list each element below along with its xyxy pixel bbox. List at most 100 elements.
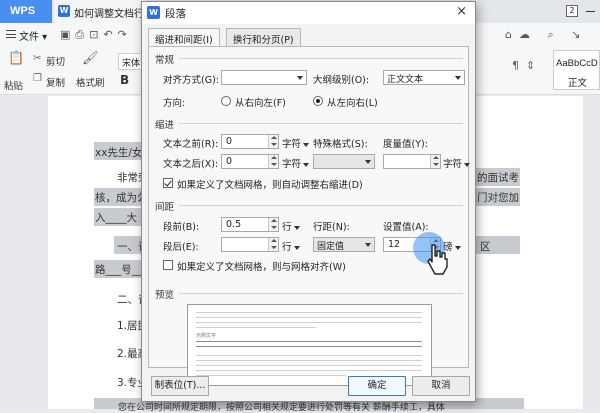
ltr-radio[interactable] <box>313 96 323 106</box>
wps-home-tab[interactable]: WPS <box>0 0 52 23</box>
outline-level-select[interactable]: 正文文本 <box>383 70 465 85</box>
chevron-down-icon <box>464 162 471 167</box>
indent-heading: 缩进 <box>155 120 175 131</box>
special-format-select[interactable] <box>313 154 375 169</box>
indent-after-unit[interactable]: 字符 <box>282 156 310 170</box>
ltr-label[interactable]: 从左向右(L) <box>327 95 378 109</box>
document-tab-label: 如何调整文档行距 <box>74 9 146 20</box>
chevron-down-icon <box>303 162 310 167</box>
preview-line <box>196 317 422 318</box>
copy-button[interactable]: 复制 <box>46 75 65 89</box>
paragraph-preview: 示例文字 <box>187 304 432 386</box>
paste-icon[interactable]: 📋 <box>8 51 24 66</box>
tabs-button[interactable]: 制表位(T)... <box>151 376 209 396</box>
snap-to-grid-checkbox[interactable] <box>163 260 173 270</box>
chevron-down-icon <box>365 160 371 164</box>
format-painter-icon[interactable]: 🖌 <box>82 51 99 66</box>
indent-after-input[interactable]: 0 <box>221 154 279 169</box>
preview-line <box>196 360 422 361</box>
preview-line <box>196 322 422 323</box>
wps-writer-icon: W <box>147 6 160 19</box>
rtl-label[interactable]: 从右向左(F) <box>235 95 286 109</box>
close-icon[interactable]: × <box>456 4 467 19</box>
divider <box>179 205 463 206</box>
hamburger-menu-icon[interactable] <box>6 30 16 38</box>
chevron-down-icon <box>454 245 461 250</box>
preview-line <box>196 341 422 342</box>
alignment-select[interactable] <box>221 70 307 85</box>
alignment-label: 对齐方式(G): <box>163 75 219 86</box>
tab-indent-spacing[interactable]: 缩进和间距(I) <box>148 28 220 47</box>
style-name: 正文 <box>568 78 588 89</box>
outline-level-value: 正文文本 <box>387 75 424 85</box>
file-menu[interactable]: 文件 ▾ <box>19 28 47 43</box>
indent-before-value: 0 <box>226 136 233 147</box>
space-before-unit[interactable]: 行 <box>282 219 300 233</box>
word-doc-icon: W <box>58 5 70 17</box>
toolbar-right-icons[interactable]: ⌂☁ ⌕ ↘ <box>505 28 587 42</box>
style-gallery[interactable]: AaBbCcD 正文 <box>553 50 600 90</box>
dialog-title: 段落 <box>165 8 186 20</box>
line-spacing-value: 固定值 <box>317 242 345 252</box>
spinner-arrows-icon[interactable] <box>268 155 278 168</box>
line-spacing-select[interactable]: 固定值 <box>313 237 375 252</box>
cut-button[interactable]: 剪切 <box>46 54 65 68</box>
setting-value: 12 <box>388 239 401 250</box>
quick-access-icons[interactable]: ▣⎙⊡↶↷ <box>60 28 132 42</box>
indent-before-unit-label: 字符 <box>282 139 302 150</box>
space-before-value: 0.5 <box>226 219 242 230</box>
snap-to-grid-label[interactable]: 如果定义了文档网格，则与网格对齐(W) <box>177 259 346 273</box>
preview-line <box>196 375 346 376</box>
space-before-unit-label: 行 <box>282 222 292 233</box>
spacing-heading: 间距 <box>155 202 175 213</box>
window-count-badge[interactable]: 2 <box>566 5 578 17</box>
doc-line: 入____大 <box>95 212 137 224</box>
indent-after-value: 0 <box>226 156 233 167</box>
doc-line: 区 <box>480 241 491 253</box>
general-heading: 常规 <box>155 55 175 66</box>
space-after-unit[interactable]: 行 <box>282 239 300 253</box>
spinner-arrows-icon[interactable] <box>268 218 278 231</box>
minimize-icon[interactable] <box>586 11 595 12</box>
document-tab[interactable]: W 如何调整文档行距 <box>54 0 146 23</box>
space-after-input[interactable] <box>221 237 279 252</box>
cancel-button[interactable]: 取消 <box>412 376 470 396</box>
indent-before-unit[interactable]: 字符 <box>282 136 310 150</box>
divider <box>179 58 463 59</box>
doc-line-salutation: xx先生/女 <box>95 147 143 159</box>
preview-line <box>196 346 422 347</box>
mouse-pointer-icon <box>427 244 448 275</box>
copy-icon[interactable]: ❐ <box>33 73 42 84</box>
rtl-radio[interactable] <box>221 96 231 106</box>
space-before-input[interactable]: 0.5 <box>221 217 279 232</box>
auto-adjust-checkbox[interactable] <box>163 178 173 188</box>
spinner-arrows-icon[interactable] <box>268 135 278 148</box>
auto-adjust-label[interactable]: 如果定义了文档网格，则自动调整右缩进(D) <box>177 177 363 191</box>
ok-button[interactable]: 确定 <box>348 376 406 396</box>
measure-unit[interactable]: 字符 <box>443 156 471 170</box>
format-painter-button[interactable]: 格式刷 <box>76 75 105 89</box>
direction-label: 方向: <box>163 98 186 109</box>
indent-after-unit-label: 字符 <box>282 159 302 170</box>
paste-button[interactable]: 粘贴 <box>4 78 23 92</box>
indent-after-label: 文本之后(X): <box>163 159 219 170</box>
scissors-icon[interactable]: ✂ <box>33 53 41 64</box>
doc-line: 的面试考 <box>477 172 519 184</box>
tab-line-page-breaks[interactable]: 换行和分页(P) <box>226 28 301 46</box>
doc-line: 核，成为公 <box>95 192 148 204</box>
doc-line: 路___号___ <box>95 264 148 276</box>
bold-button[interactable]: B <box>120 73 129 87</box>
measure-label: 度量值(Y): <box>383 139 428 150</box>
preview-heading: 预览 <box>155 290 175 301</box>
spinner-arrows-icon[interactable] <box>430 155 440 168</box>
indent-before-input[interactable]: 0 <box>221 134 279 149</box>
doc-line: 门对您加 <box>477 192 519 204</box>
indent-before-label: 文本之前(R): <box>163 139 219 150</box>
space-after-label: 段后(E): <box>163 242 199 253</box>
divider <box>179 293 463 294</box>
paragraph-dialog: W 段落 × 缩进和间距(I) 换行和分页(P) 常规 对齐方式(G): 大纲级… <box>141 1 476 402</box>
style-preview-text: AaBbCcD <box>556 58 598 69</box>
measure-input[interactable] <box>383 154 441 169</box>
spinner-arrows-icon[interactable] <box>268 238 278 251</box>
dialog-title-bar[interactable]: W 段落 × <box>142 2 475 24</box>
